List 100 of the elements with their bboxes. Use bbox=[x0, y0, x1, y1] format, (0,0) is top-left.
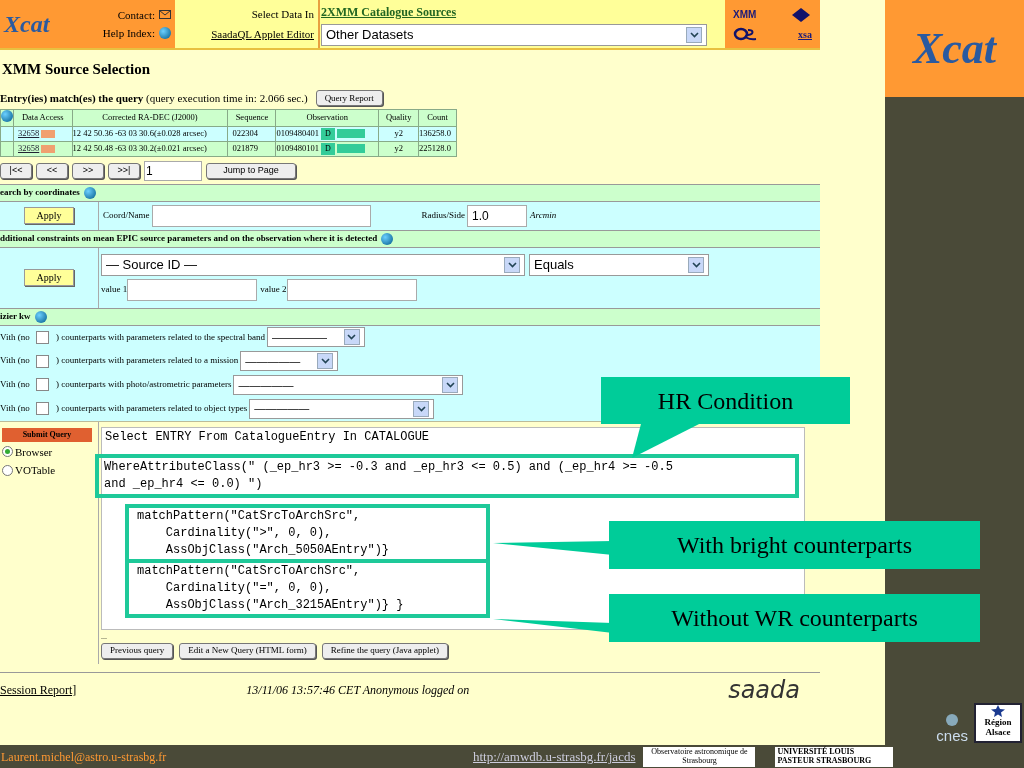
apply-button[interactable]: Apply bbox=[24, 269, 74, 286]
table-header-cell: Corrected RA-DEC (J2000) bbox=[72, 109, 228, 126]
query-line: AssObjClass("Arch_3215AEntry")} } bbox=[164, 596, 405, 614]
table-cell: y2 bbox=[378, 141, 419, 156]
globe-icon[interactable] bbox=[159, 27, 171, 40]
value-label: value 2 bbox=[260, 283, 287, 297]
checkbox[interactable] bbox=[36, 378, 49, 392]
operator-select[interactable]: Equals bbox=[529, 254, 709, 276]
query-line: Select ENTRY From CatalogueEntry In CATALOGUE bbox=[104, 428, 431, 446]
query-action-button[interactable]: Previous query bbox=[101, 642, 174, 659]
checkbox[interactable] bbox=[36, 330, 49, 344]
query-action-button[interactable]: Refine the query (Java applet) bbox=[321, 642, 449, 659]
unit-label: Arcmin bbox=[530, 208, 558, 222]
section-title: dditional constraints on mean EPIC source parameters and on the observation where it is detected bbox=[0, 231, 378, 245]
globe-icon[interactable] bbox=[34, 310, 47, 323]
data-access-link[interactable]: 32658 bbox=[18, 142, 40, 155]
checkbox[interactable] bbox=[36, 354, 49, 368]
query-line: Cardinality(">", 0, 0), bbox=[164, 524, 333, 542]
radio-label: VOTable bbox=[15, 463, 56, 478]
jump-button[interactable]: Jump to Page bbox=[206, 162, 296, 179]
table-header-cell: Count bbox=[418, 109, 457, 126]
row-prefix: Vith (no bbox=[0, 378, 31, 392]
row-text: ) counterparts with photo/astrometric parameters bbox=[56, 378, 232, 392]
query-line: matchPattern("CatSrcToArchSrc", bbox=[137, 507, 362, 525]
table-header-cell: Sequence bbox=[227, 109, 276, 126]
observatory-logo: Observatoire astronomique de Strasbourg bbox=[643, 746, 756, 767]
university-logo: UNIVERSITÉ LOUIS PASTEUR STRASBOURG bbox=[775, 746, 894, 767]
table-cell: 136258.0 bbox=[418, 126, 457, 141]
globe-icon[interactable] bbox=[381, 232, 394, 245]
coord-label: Coord/Name bbox=[103, 208, 150, 222]
globe-icon[interactable] bbox=[83, 186, 96, 199]
query-report-button[interactable]: Query Report bbox=[315, 90, 383, 107]
agency-logo: cnes bbox=[936, 728, 968, 743]
status-bar-icon bbox=[336, 144, 365, 153]
star-icon bbox=[991, 705, 1005, 717]
pager-button[interactable]: >> bbox=[72, 162, 104, 179]
row-text: ) counterparts with parameters related to object types bbox=[56, 401, 248, 415]
radio-button[interactable] bbox=[2, 464, 13, 476]
observation-id: 0109480101 bbox=[276, 142, 319, 155]
mission-logo[interactable]: XMM bbox=[733, 7, 757, 22]
radio-button[interactable] bbox=[2, 446, 13, 458]
counterpart-select[interactable]: ————— bbox=[240, 351, 339, 372]
url-link[interactable]: http://amwdb.u-strasbg.fr/jacds bbox=[473, 746, 636, 767]
query-line: and _ep_hr4 <= 0.0) ") bbox=[104, 475, 264, 493]
row-text: ) counterparts with parameters related to a mission bbox=[56, 354, 239, 368]
page-field[interactable]: 1 bbox=[144, 160, 202, 181]
dataset-select[interactable]: Other Datasets bbox=[321, 23, 707, 46]
results-summary: Entry(ies) match(es) the query (query execution time in: 2.066 sec.) bbox=[0, 91, 308, 106]
data-access-link[interactable]: 32658 bbox=[18, 127, 40, 140]
archive-link[interactable]: xsa bbox=[798, 26, 812, 42]
submit-button[interactable]: Submit Query bbox=[2, 427, 92, 442]
callout-label: Without WR counterparts bbox=[609, 594, 980, 642]
session-report-link[interactable]: Session Report] bbox=[0, 681, 77, 699]
input-field[interactable] bbox=[151, 204, 371, 227]
apply-button[interactable]: Apply bbox=[24, 207, 74, 224]
flag-badge[interactable]: D bbox=[320, 127, 335, 140]
input-field[interactable] bbox=[127, 279, 258, 301]
table-cell: y2 bbox=[378, 126, 419, 141]
applet-link[interactable]: SaadaQL Applet Editor bbox=[211, 26, 314, 43]
row-prefix: Vith (no bbox=[0, 330, 31, 344]
page-title: XMM Source Selection bbox=[2, 60, 152, 79]
table-header-cell: Data Access bbox=[13, 109, 73, 126]
globe-icon[interactable] bbox=[1, 109, 13, 122]
contact-label: Contact: bbox=[117, 7, 155, 23]
saada-logo[interactable]: saada bbox=[728, 672, 800, 708]
status-bar-icon bbox=[336, 129, 365, 138]
catalogue-link[interactable]: 2XMM Catalogue Sources bbox=[321, 2, 707, 21]
radius-field[interactable]: 1.0 bbox=[467, 204, 527, 227]
table-cell: 022304 bbox=[227, 126, 276, 141]
select-label: Select Data In bbox=[251, 6, 314, 22]
radius-label: Radius/Side bbox=[421, 208, 465, 222]
pager-button[interactable]: |<< bbox=[0, 162, 32, 179]
radio-label: Browser bbox=[15, 444, 53, 460]
checkbox[interactable] bbox=[36, 402, 49, 416]
query-line: Cardinality("=", 0, 0), bbox=[164, 579, 333, 597]
query-line: AssObjClass("Arch_5050AEntry")} bbox=[164, 541, 391, 559]
row-text: ) counterparts with parameters related to the spectral band bbox=[56, 330, 265, 344]
table-cell: 225128.0 bbox=[418, 141, 457, 156]
table-header-cell: Observation bbox=[275, 109, 379, 126]
counterpart-select[interactable]: ————— bbox=[266, 327, 365, 348]
email-text: Laurent.michel@astro.u-strasbg.fr bbox=[1, 748, 168, 766]
query-line: WhereAttributeClass(" (_ep_hr3 >= -0.3 and _ep_hr3 <= 0.5) and (_ep_hr4 >= -0.5 bbox=[104, 458, 674, 476]
swirl-logo-icon[interactable] bbox=[733, 27, 759, 41]
flag-badge[interactable]: D bbox=[320, 142, 335, 155]
envelope-icon[interactable] bbox=[159, 10, 171, 20]
region-name: Région Alsace bbox=[983, 717, 1013, 737]
table-cell: 12 42 50.48 -63 03 30.2(±0.021 arcsec) bbox=[72, 141, 228, 156]
logo-text: Xcat bbox=[912, 22, 997, 75]
counterpart-select[interactable]: ————— bbox=[233, 374, 464, 395]
parameter-select[interactable]: — Source ID — bbox=[101, 254, 525, 276]
row-prefix: Vith (no bbox=[0, 401, 31, 415]
input-field[interactable] bbox=[286, 279, 417, 301]
query-action-button[interactable]: Edit a New Query (HTML form) bbox=[179, 642, 316, 659]
table-cell: 12 42 50.36 -63 03 30.6(±0.028 arcsec) bbox=[72, 126, 228, 141]
status-text: 13/11/06 13:57:46 CET Anonymous logged on bbox=[246, 682, 470, 699]
table-header-cell: Quality bbox=[378, 109, 419, 126]
pager-button[interactable]: >>| bbox=[108, 162, 140, 179]
file-icon[interactable] bbox=[41, 129, 56, 138]
counterpart-select[interactable]: ————— bbox=[249, 398, 435, 419]
pager-button[interactable]: << bbox=[36, 162, 68, 179]
